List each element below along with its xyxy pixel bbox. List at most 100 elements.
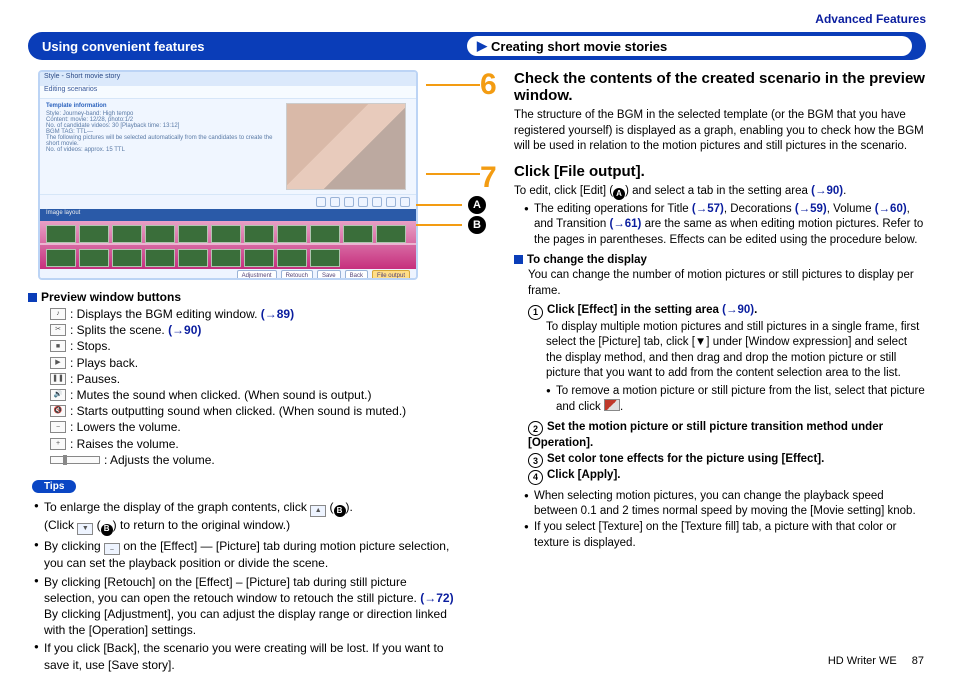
play-icon: ▶ <box>50 357 66 369</box>
player-controls-row <box>40 194 416 209</box>
section-header: Advanced Features <box>28 12 926 26</box>
ref-72[interactable]: (→72) <box>420 591 453 605</box>
ref-57[interactable]: (→57) <box>692 203 724 215</box>
ref-59[interactable]: (→59) <box>795 203 827 215</box>
step-7-title: Click [File output]. <box>514 163 926 180</box>
control-icon <box>386 197 396 207</box>
mute-icon: 🔊 <box>50 389 66 401</box>
ref-90c[interactable]: (→90) <box>722 304 754 316</box>
connector-line-7 <box>426 173 480 175</box>
ref-90a[interactable]: (→90) <box>168 323 201 337</box>
step-6-body: The structure of the BGM in the selected… <box>514 108 926 155</box>
preview-buttons-title: Preview window buttons <box>41 290 181 304</box>
chapter-banner: Using convenient features ▶ Creating sho… <box>28 32 926 60</box>
tip-1: To enlarge the display of the graph cont… <box>34 499 458 536</box>
b9-text: : Raises the volume. <box>70 436 179 452</box>
back-button: Back <box>345 270 368 280</box>
connector-line <box>426 84 480 86</box>
step7-note-speed: When selecting motion pictures, you can … <box>524 489 926 520</box>
collapse-icon: ▼ <box>77 523 93 535</box>
control-icon <box>358 197 368 207</box>
control-icon <box>372 197 382 207</box>
preview-buttons-list: ♪ : Displays the BGM editing window. (→89… <box>50 306 458 468</box>
step-7: 7 Click [File output]. To edit, click [E… <box>480 163 926 551</box>
bgm-edit-icon: ♪ <box>50 308 66 320</box>
substep-2: 2Set the motion picture or still picture… <box>528 420 926 452</box>
callout-a-ref: A <box>613 188 625 200</box>
circled-3-icon: 3 <box>528 453 543 468</box>
delete-icon <box>604 399 620 411</box>
b8-text: : Lowers the volume. <box>70 419 181 435</box>
retouch-button: Retouch <box>281 270 313 280</box>
callout-b-ref2: B <box>101 524 113 536</box>
vol-down-icon: − <box>50 421 66 433</box>
b3-text: : Stops. <box>70 338 111 354</box>
window-titlebar: Style - Short movie story <box>40 72 416 86</box>
page-footer: HD Writer WE 87 <box>828 655 924 667</box>
ref-90b[interactable]: (→90) <box>811 185 843 197</box>
stop-icon: ■ <box>50 340 66 352</box>
step7-note-texture: If you select [Texture] on the [Texture … <box>524 520 926 551</box>
step-6-number: 6 <box>480 70 497 100</box>
template-info-panel: Template information Style: Journey-band… <box>40 99 286 194</box>
app-window-mock: Style - Short movie story Editing scenar… <box>38 70 418 280</box>
circled-1-icon: 1 <box>528 305 543 320</box>
ref-61[interactable]: (→61) <box>609 218 641 230</box>
window-tab: Editing scenarios <box>40 86 416 99</box>
substep-1: 1Click [Effect] in the setting area (→90… <box>528 303 926 416</box>
screenshot-figure: Style - Short movie story Editing scenar… <box>28 70 458 290</box>
split-icon: ✂ <box>50 324 66 336</box>
tips-badge: Tips <box>32 480 76 493</box>
save-button: Save <box>317 270 341 280</box>
circled-4-icon: 4 <box>528 470 543 485</box>
circled-2-icon: 2 <box>528 421 543 436</box>
blue-square-icon-2 <box>514 255 523 264</box>
callout-b: B <box>416 216 486 234</box>
substep-4: 4Click [Apply]. <box>528 468 926 485</box>
substep-3: 3Set color tone effects for the picture … <box>528 452 926 469</box>
preview-photo <box>286 103 406 190</box>
expand-icon: ▲ <box>310 505 326 517</box>
substep-1-sub: To remove a motion picture or still pict… <box>546 384 926 416</box>
b7-text: : Starts outputting sound when clicked. … <box>70 403 406 419</box>
step7-note-edit-ops: The editing operations for Title (→57), … <box>524 202 926 249</box>
triangle-right-icon: ▶ <box>477 38 487 54</box>
substep-1-body: To display multiple motion pictures and … <box>546 320 926 382</box>
b4-text: : Plays back. <box>70 355 138 371</box>
preview-buttons-heading: Preview window buttons <box>28 290 458 304</box>
ref-60[interactable]: (→60) <box>875 203 907 215</box>
page-number: 87 <box>912 655 924 667</box>
banner-left-title: Using convenient features <box>42 39 467 54</box>
b6-text: : Mutes the sound when clicked. (When so… <box>70 387 372 403</box>
tip-4: If you click [Back], the scenario you we… <box>34 640 458 672</box>
bottom-button-row: Adjustment Retouch Save Back File output <box>40 269 416 280</box>
banner-subtitle: Creating short movie stories <box>491 39 667 54</box>
file-output-button: File output <box>372 270 410 280</box>
unmute-icon: 🔇 <box>50 405 66 417</box>
callout-b-ref: B <box>334 505 346 517</box>
vol-up-icon: + <box>50 438 66 450</box>
thumbnail-strip <box>46 225 410 267</box>
tip-3: By clicking [Retouch] on the [Effect] – … <box>34 574 458 639</box>
step-7-number: 7 <box>480 163 497 193</box>
graph-label: Image layout <box>40 209 416 221</box>
vol-slider-icon <box>50 456 100 464</box>
timeline-icon: ⎯ <box>104 543 120 555</box>
bgm-graph-area <box>40 221 416 269</box>
change-display-heading: To change the display <box>527 254 647 266</box>
panel-title: Template information <box>46 103 280 109</box>
product-name: HD Writer WE <box>828 655 897 667</box>
callout-a: A <box>416 196 486 214</box>
pause-icon: ❚❚ <box>50 373 66 385</box>
adjustment-button: Adjustment <box>237 270 277 280</box>
control-icon <box>344 197 354 207</box>
bgm-count: No. of videos: approx. 15 TTL <box>46 147 280 153</box>
blue-square-icon <box>28 293 37 302</box>
b10-text: : Adjusts the volume. <box>104 452 215 468</box>
bgm-note: The following pictures will be selected … <box>46 135 280 147</box>
tip-2: By clicking ⎯ on the [Effect] — [Picture… <box>34 538 458 572</box>
b1-text: : Displays the BGM editing window. (→89) <box>70 306 294 322</box>
banner-right-title: ▶ Creating short movie stories <box>467 36 912 56</box>
ref-89[interactable]: (→89) <box>261 307 294 321</box>
tips-list: To enlarge the display of the graph cont… <box>34 499 458 673</box>
